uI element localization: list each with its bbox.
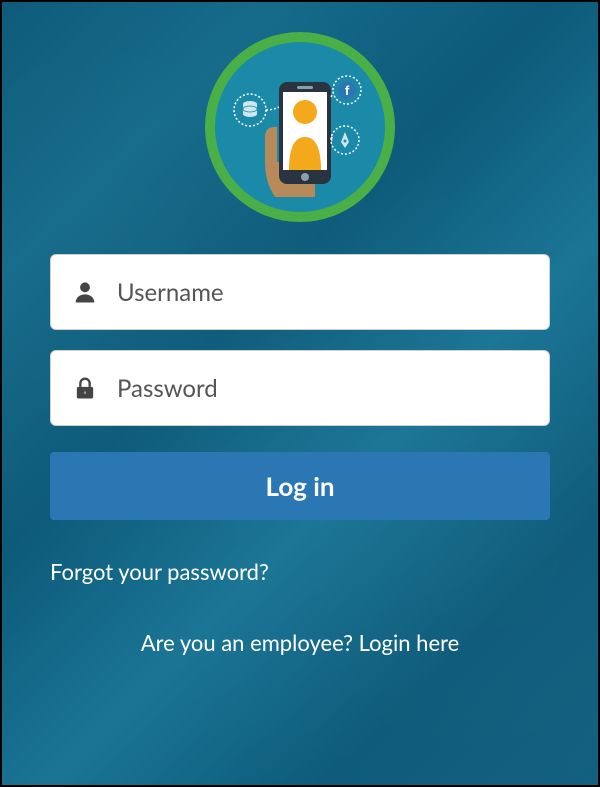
app-logo: f — [205, 32, 395, 222]
svg-text:f: f — [345, 83, 350, 98]
username-row — [50, 254, 550, 330]
employee-login-link[interactable]: Are you an employee? Login here — [50, 629, 550, 656]
logo-illustration: f — [215, 42, 385, 212]
person-icon — [293, 100, 317, 124]
lock-icon — [71, 374, 99, 402]
password-row — [50, 350, 550, 426]
pen-icon — [341, 132, 349, 148]
user-icon — [71, 278, 99, 306]
database-icon — [243, 101, 257, 117]
password-input[interactable] — [117, 374, 529, 403]
username-input[interactable] — [117, 278, 529, 307]
login-button[interactable]: Log in — [50, 452, 550, 520]
login-form: Log in Forgot your password? Are you an … — [50, 254, 550, 656]
forgot-password-link[interactable]: Forgot your password? — [50, 558, 550, 585]
